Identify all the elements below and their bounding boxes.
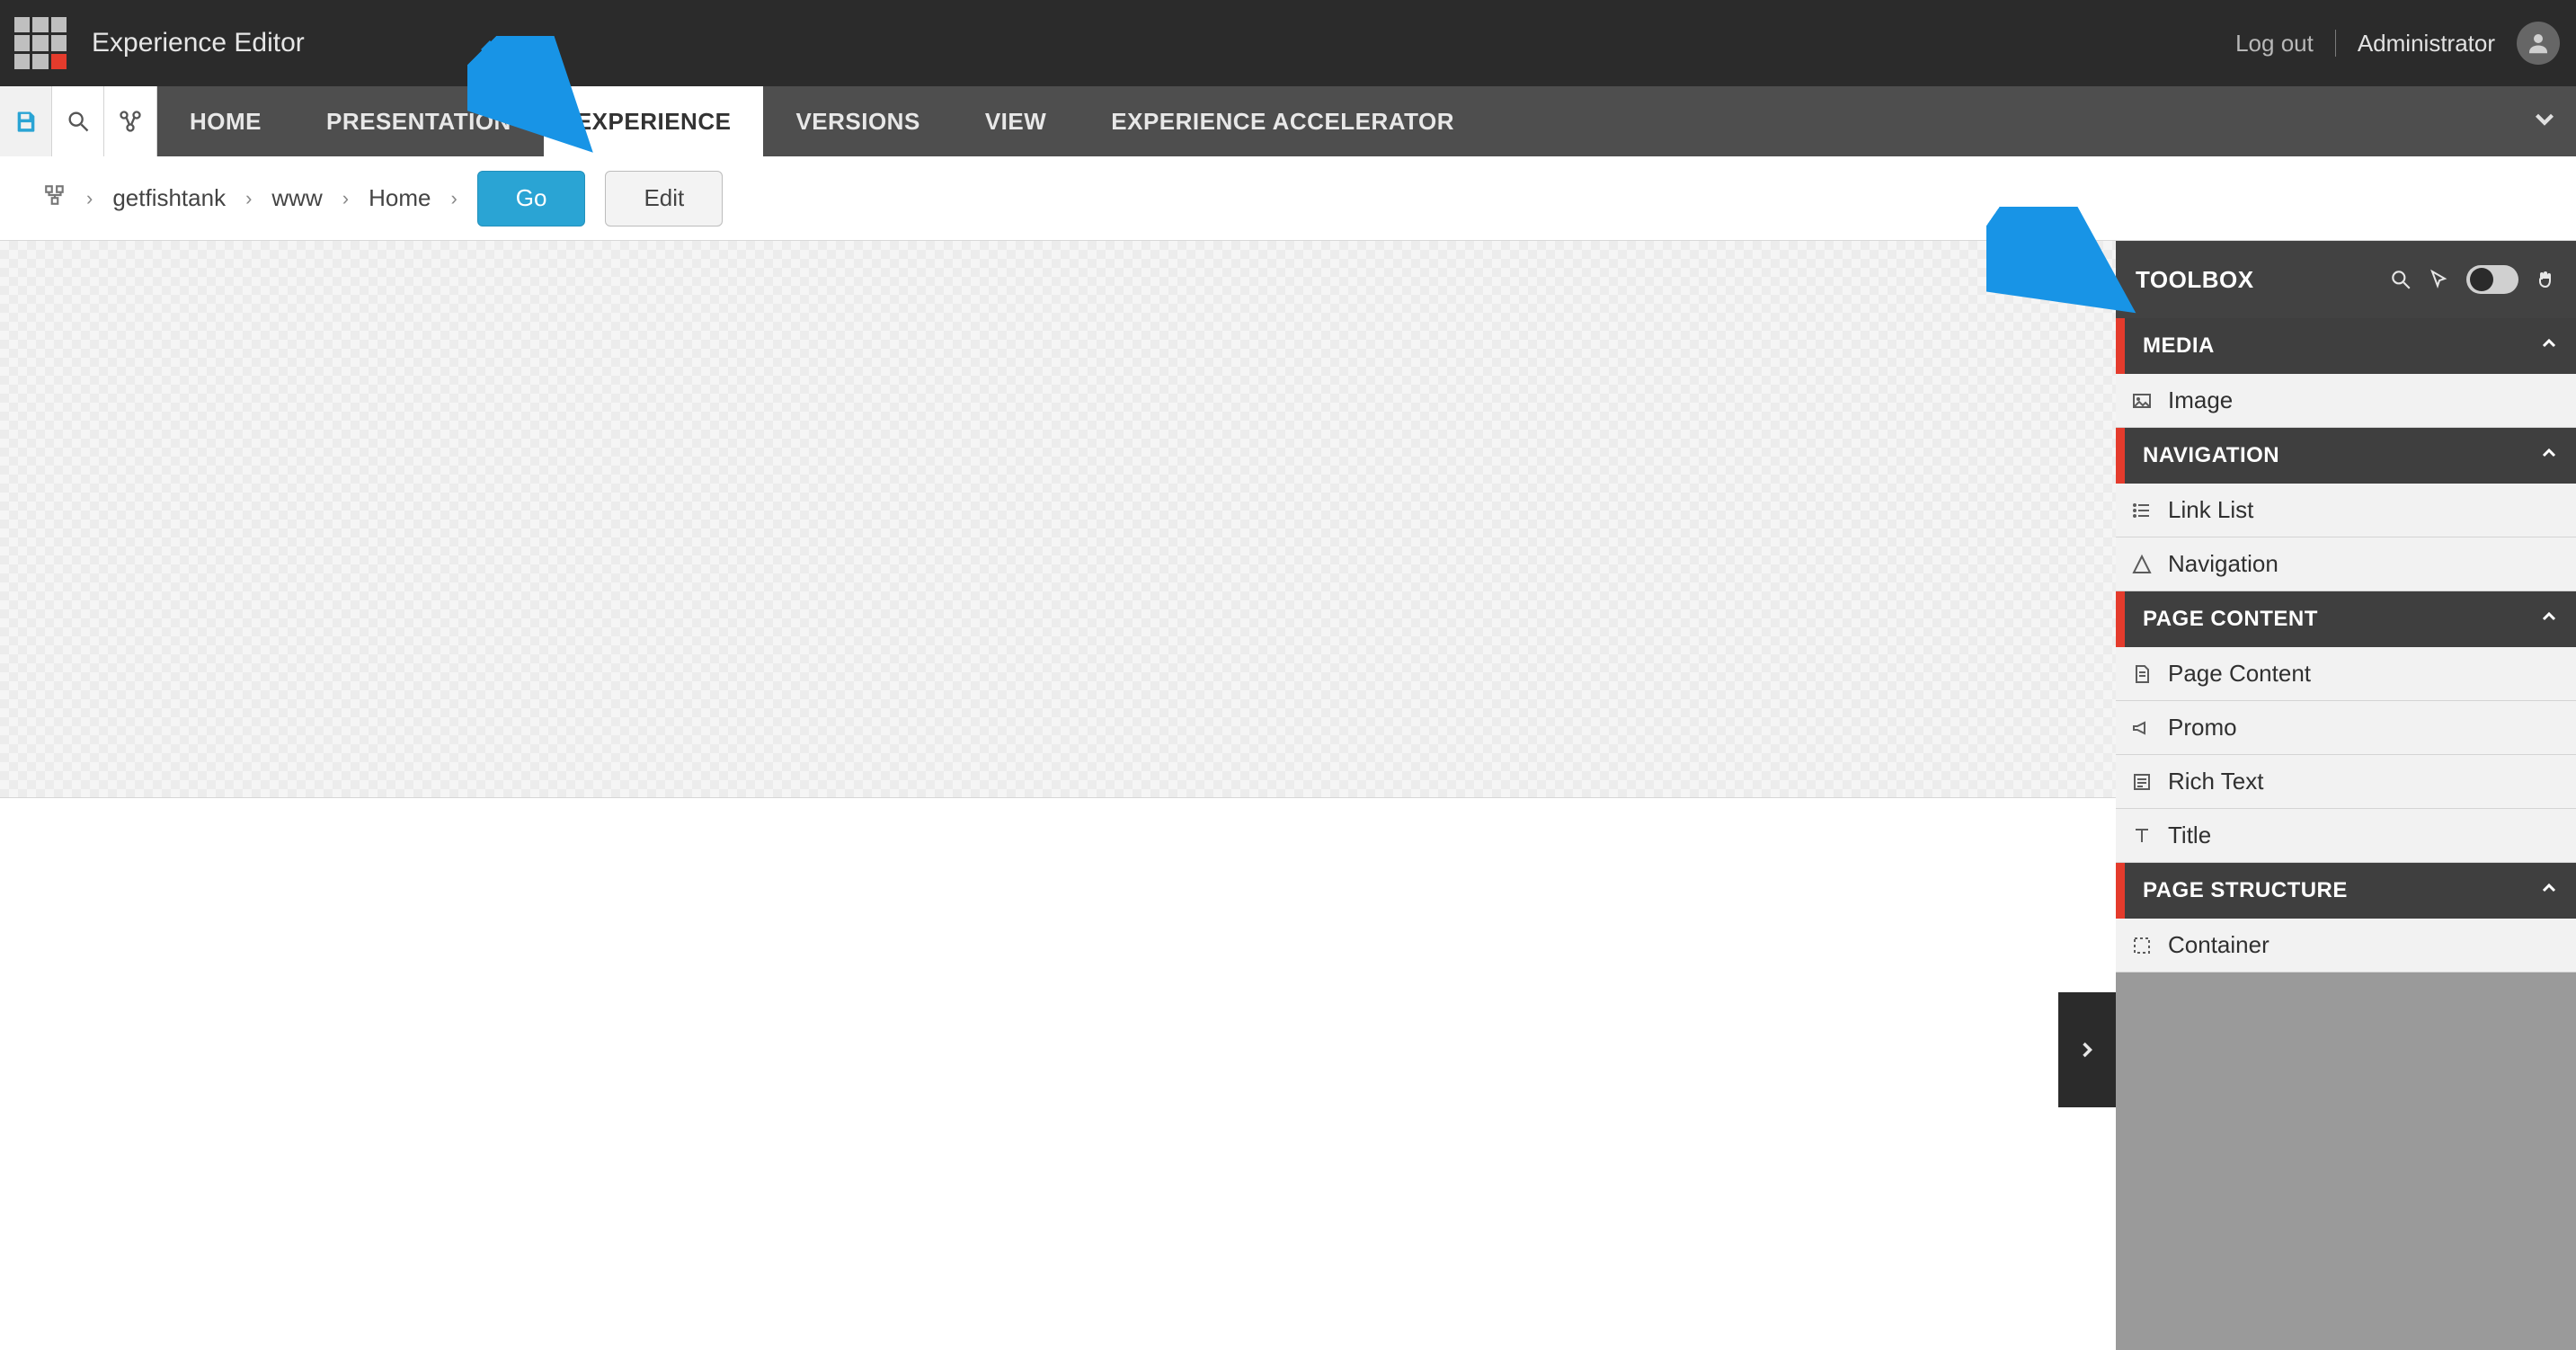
toolbox-item-container[interactable]: Container [2116,919,2576,973]
chevron-right-icon: › [450,187,457,210]
title-icon [2130,825,2154,847]
toolbox-section-navigation[interactable]: NAVIGATION [2116,428,2576,484]
richtext-icon [2130,771,2154,793]
editor-workspace: TOOLBOX MEDIA Image NAVIGATION [0,241,2576,1350]
content-tree-icon[interactable] [43,183,67,213]
image-icon [2130,390,2154,412]
toolbox-collapse-handle[interactable] [2058,992,2116,1107]
chevron-up-icon [2538,606,2560,634]
toolbox-item-label: Page Content [2168,660,2311,688]
tab-versions[interactable]: VERSIONS [763,86,952,156]
toolbox-item-label: Image [2168,386,2233,414]
toolbox-item-label: Link List [2168,496,2253,524]
nav-icon [2130,554,2154,575]
tab-presentation[interactable]: PRESENTATION [294,86,544,156]
toolbox-search-icon[interactable] [2389,268,2412,291]
chevron-right-icon: › [86,187,93,210]
toolbox-cursor-icon[interactable] [2429,269,2450,290]
toolbox-grab-icon[interactable] [2535,269,2556,290]
tab-home[interactable]: HOME [157,86,294,156]
app-logo-icon [14,17,67,69]
toolbox-section-page-structure[interactable]: PAGE STRUCTURE [2116,863,2576,919]
chevron-up-icon [2538,442,2560,470]
toolbox-item-label: Title [2168,822,2211,849]
breadcrumb-item[interactable]: Home [369,184,431,212]
toolbox-header: TOOLBOX [2116,241,2576,318]
toolbox-section-label: MEDIA [2143,333,2215,359]
chevron-up-icon [2538,333,2560,360]
toolbox-section-label: PAGE STRUCTURE [2143,878,2348,903]
breadcrumb-item[interactable]: getfishtank [112,184,226,212]
megaphone-icon [2130,717,2154,739]
app-title: Experience Editor [92,28,305,58]
chevron-right-icon: › [342,187,349,210]
go-button[interactable]: Go [477,171,586,226]
page-icon [2130,663,2154,685]
toolbox-item-title[interactable]: Title [2116,809,2576,863]
user-avatar-icon[interactable] [2517,22,2560,65]
toolbox-item-label: Navigation [2168,550,2278,578]
logout-link[interactable]: Log out [2235,30,2314,58]
toolbox-item-image[interactable]: Image [2116,374,2576,428]
save-button[interactable] [0,86,52,156]
toolbox-section-media[interactable]: MEDIA [2116,318,2576,374]
toolbox-section-label: NAVIGATION [2143,443,2279,468]
chevron-right-icon: › [245,187,252,210]
toolbox-item-navigation[interactable]: Navigation [2116,537,2576,591]
ribbon-collapse-icon[interactable] [2529,104,2560,139]
breadcrumb-item[interactable]: www [271,184,322,212]
ribbon-bar: HOME PRESENTATION EXPERIENCE VERSIONS VI… [0,86,2576,156]
edit-button[interactable]: Edit [605,171,723,226]
tab-experience[interactable]: EXPERIENCE [544,86,764,156]
toolbox-item-promo[interactable]: Promo [2116,701,2576,755]
toolbox-item-label: Container [2168,931,2270,959]
toolbox-item-label: Promo [2168,714,2237,742]
search-button[interactable] [52,86,104,156]
tab-view[interactable]: VIEW [953,86,1079,156]
toolbox-item-page-content[interactable]: Page Content [2116,647,2576,701]
top-bar: Experience Editor Log out Administrator [0,0,2576,86]
chevron-up-icon [2538,877,2560,905]
toolbox-section-page-content[interactable]: PAGE CONTENT [2116,591,2576,647]
list-icon [2130,500,2154,521]
breadcrumb-bar: › getfishtank › www › Home › Go Edit [0,156,2576,241]
toolbox-item-label: Rich Text [2168,768,2263,795]
workflow-button[interactable] [104,86,156,156]
container-icon [2130,935,2154,956]
toolbox-title: TOOLBOX [2136,266,2254,294]
toolbox-item-rich-text[interactable]: Rich Text [2116,755,2576,809]
toolbox-mode-toggle[interactable] [2466,265,2518,294]
toolbox-section-label: PAGE CONTENT [2143,607,2318,632]
current-user-label: Administrator [2358,30,2495,58]
toolbox-panel: TOOLBOX MEDIA Image NAVIGATION [2116,241,2576,1350]
topbar-separator [2335,30,2336,57]
tab-experience-accelerator[interactable]: EXPERIENCE ACCELERATOR [1079,86,1487,156]
toolbox-item-link-list[interactable]: Link List [2116,484,2576,537]
